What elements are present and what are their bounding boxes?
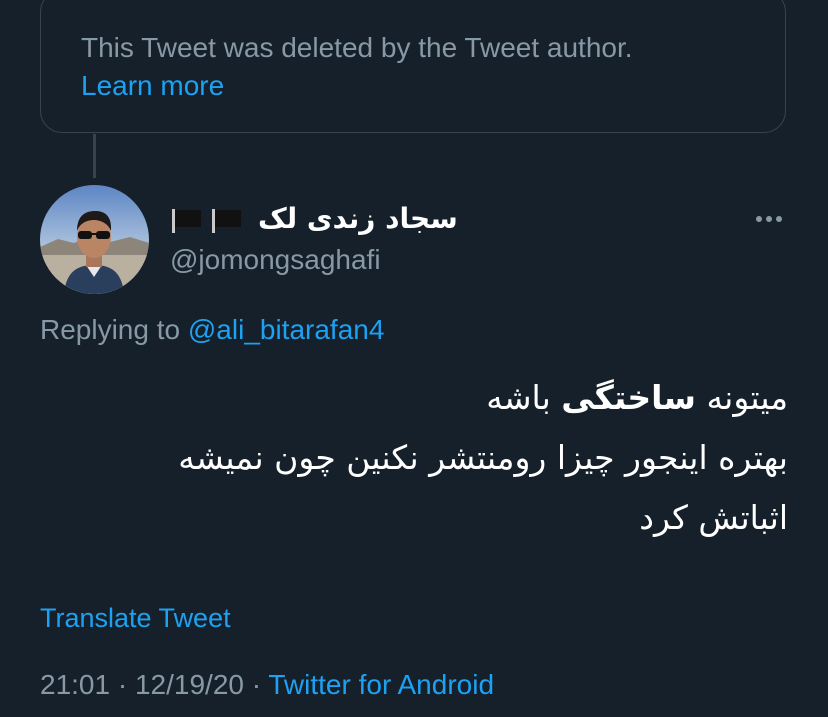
reply-mention-link[interactable]: @ali_bitarafan4 (188, 314, 385, 345)
more-options-icon[interactable] (752, 204, 786, 234)
meta-separator: · (117, 669, 128, 700)
author-handle[interactable]: @jomongsaghafi (170, 241, 381, 279)
tweet-line-1-bold: ساختگی (561, 378, 696, 417)
meta-separator: · (251, 669, 262, 700)
thread-connector-line (93, 134, 96, 178)
tweet-line-3: اثباتش کرد (639, 498, 788, 537)
translate-tweet-link[interactable]: Translate Tweet (40, 600, 231, 636)
tweet-line-2: بهتره اینجور چیزا رومنتشر نکنین چون نمیش… (178, 438, 788, 477)
tweet-date[interactable]: 12/19/20 (135, 669, 244, 700)
tweet-text: میتونه ساختگی باشه بهتره اینجور چیزا روم… (28, 368, 788, 548)
tweet-line-1-end: باشه (486, 378, 562, 417)
tweet-metadata: 21:01 · 12/19/20 · Twitter for Android (40, 666, 494, 704)
tweet-time[interactable]: 21:01 (40, 669, 110, 700)
replying-to: Replying to @ali_bitarafan4 (40, 311, 384, 349)
black-flag-icon (172, 208, 201, 233)
tweet-line-1: میتونه ساختگی باشه (28, 368, 788, 428)
tweet-source-link[interactable]: Twitter for Android (268, 669, 494, 700)
learn-more-link[interactable]: Learn more (81, 67, 224, 105)
author-name-text: سجاد زندی لک (258, 202, 458, 235)
avatar-photo (40, 185, 149, 294)
replying-to-label: Replying to (40, 314, 181, 345)
deleted-tweet-notice: This Tweet was deleted by the Tweet auth… (81, 32, 633, 63)
tweet-detail-page: This Tweet was deleted by the Tweet auth… (0, 0, 828, 717)
avatar[interactable] (40, 185, 149, 294)
tweet-line-1-start: میتونه (695, 378, 788, 417)
black-flag-icon (212, 208, 241, 233)
author-display-name[interactable]: سجاد زندی لک (170, 200, 458, 238)
